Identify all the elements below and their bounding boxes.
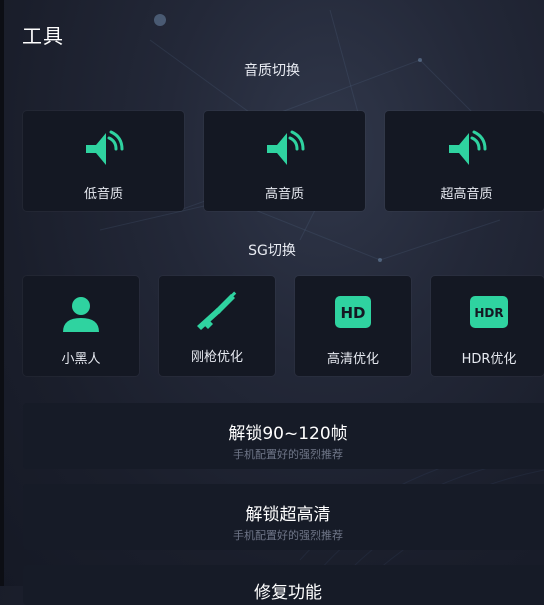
sg-option-label: 刚枪优化 (190, 350, 243, 365)
page-title: 工具 (22, 24, 64, 48)
quality-option-label: 高音质 (264, 187, 304, 202)
action-subtitle: 手机配置好的强烈推荐 (233, 448, 343, 461)
sg-option-label: 小黑人 (61, 352, 101, 367)
speaker-icon (449, 130, 487, 165)
quality-option-label: 低音质 (83, 187, 123, 202)
hdr-badge-icon: HDR (470, 296, 508, 328)
action-title: 修复功能 (254, 583, 322, 603)
quality-option-ultra[interactable]: 超高音质 (385, 111, 544, 211)
svg-text:HD: HD (340, 304, 365, 322)
sg-option-label: 高清优化 (326, 352, 379, 367)
left-edge (0, 0, 4, 586)
quality-option-low[interactable]: 低音质 (23, 111, 184, 211)
unlock-ultra-hd-button[interactable]: 解锁超高清 手机配置好的强烈推荐 (23, 484, 544, 550)
quality-section-label: 音质切换 (244, 63, 300, 79)
action-title: 解锁超高清 (245, 505, 331, 525)
speaker-icon (85, 130, 123, 165)
sg-option-label: HDR优化 (461, 352, 517, 367)
sg-section-label: SG切换 (248, 243, 296, 259)
speaker-icon (266, 130, 304, 165)
action-subtitle: 手机配置好的强烈推荐 (233, 529, 343, 542)
sg-option-hdr-optimize[interactable]: HDR HDR优化 (431, 276, 544, 376)
action-title: 解锁90~120帧 (228, 424, 348, 444)
sg-option-hd-optimize[interactable]: HD 高清优化 (295, 276, 411, 376)
sg-option-black-figure[interactable]: 小黑人 (23, 276, 139, 376)
repair-function-button[interactable]: 修复功能 (23, 565, 544, 605)
hd-badge-icon: HD (335, 296, 371, 328)
svg-text:HDR: HDR (474, 306, 503, 320)
rifle-icon (197, 291, 237, 330)
person-icon (63, 297, 99, 332)
quality-option-label: 超高音质 (440, 187, 493, 202)
sg-option-rifle-optimize[interactable]: 刚枪优化 (159, 276, 275, 376)
quality-option-high[interactable]: 高音质 (204, 111, 365, 211)
unlock-high-fps-button[interactable]: 解锁90~120帧 手机配置好的强烈推荐 (23, 403, 544, 469)
